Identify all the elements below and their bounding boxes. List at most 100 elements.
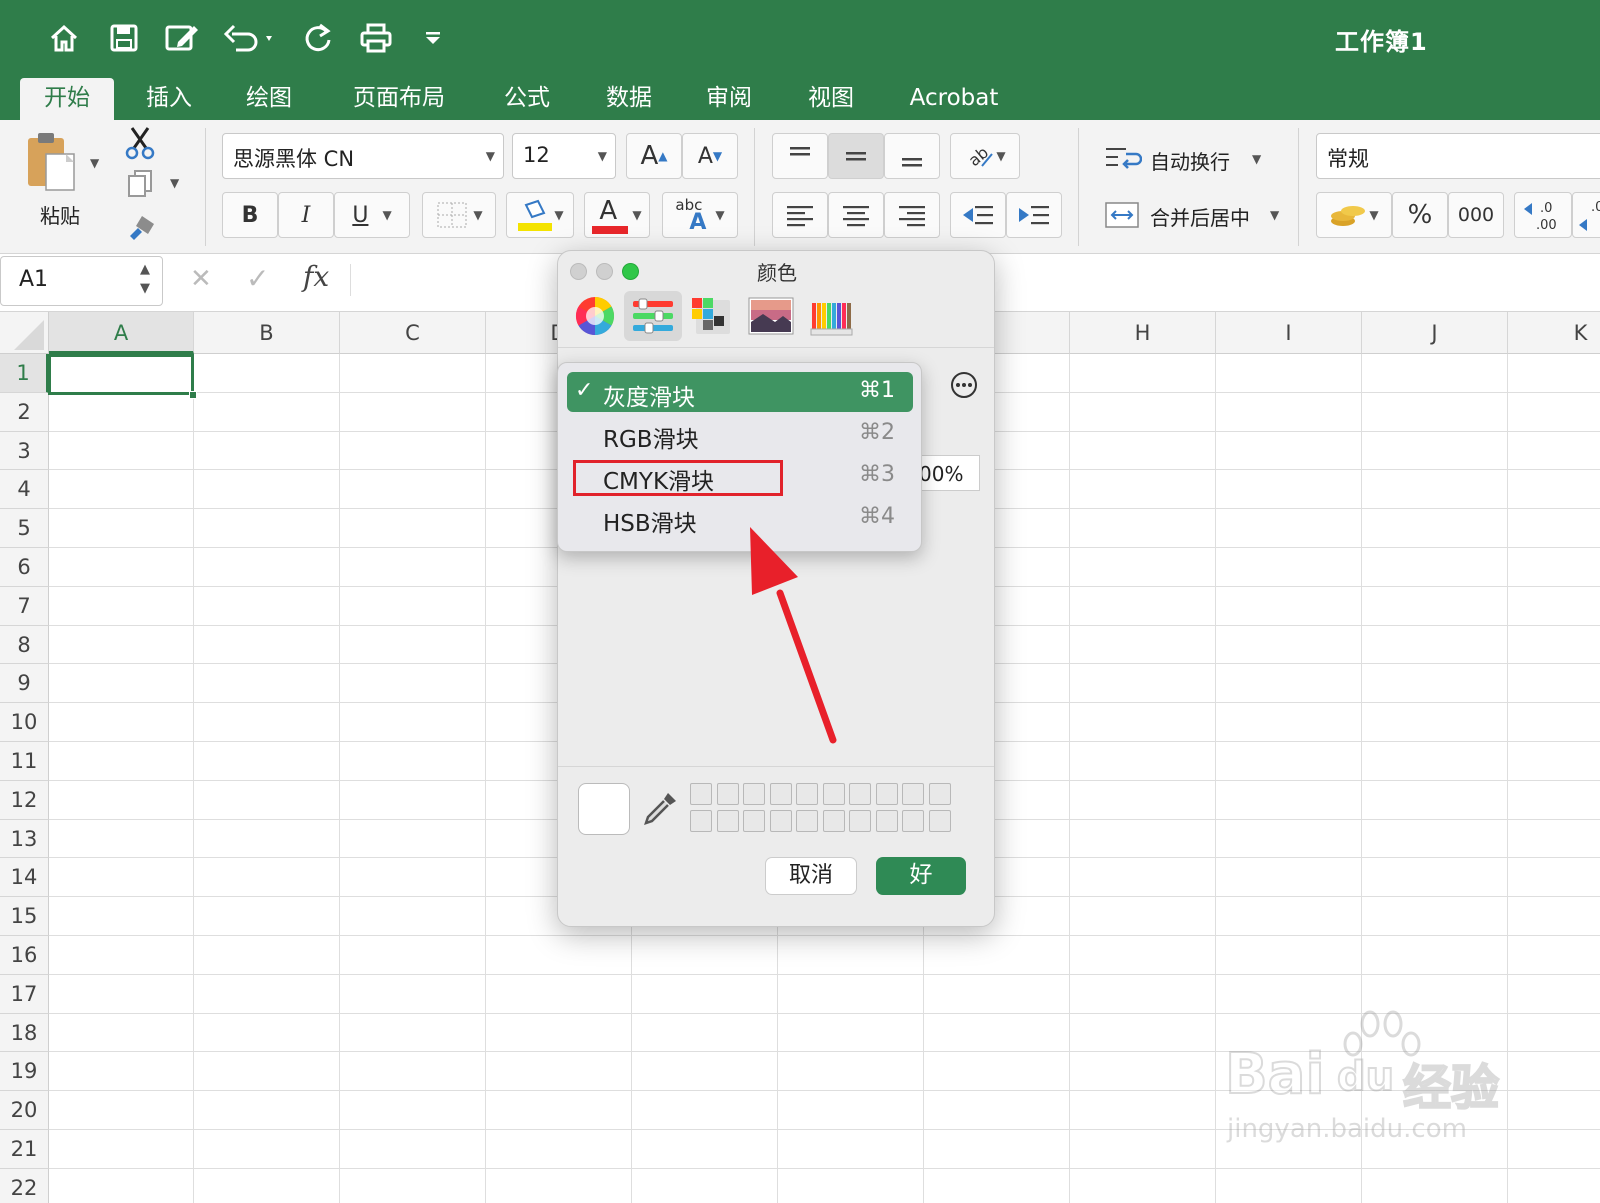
row-header[interactable]: 22 [0,1168,49,1203]
column-header[interactable]: C [340,312,486,354]
currency-button[interactable]: ▼ [1316,192,1392,238]
wrap-text-button[interactable]: 自动换行 ▼ [1104,142,1274,176]
empty-swatch[interactable] [849,810,871,832]
confirm-entry-icon[interactable]: ✓ [246,262,269,295]
fill-handle[interactable] [189,391,197,399]
underline-button[interactable]: U ▼ [334,192,410,238]
cancel-button[interactable]: 取消 [765,857,857,895]
increase-decimal-button[interactable]: .0.00 [1514,192,1572,238]
align-middle-button[interactable] [828,133,884,179]
selected-cell-a1[interactable] [48,354,194,395]
column-header[interactable]: A [49,312,194,354]
empty-swatch[interactable] [928,783,951,805]
more-options-icon[interactable] [950,371,978,403]
decrease-decimal-button[interactable]: .0 [1572,192,1600,238]
borders-button[interactable]: ▼ [422,192,496,238]
column-header[interactable]: J [1362,312,1508,354]
font-size-select[interactable]: 12 ▼ [512,133,616,179]
empty-swatch[interactable] [743,810,765,832]
row-header[interactable]: 6 [0,548,49,587]
column-header[interactable]: B [194,312,340,354]
row-header[interactable]: 21 [0,1130,49,1169]
empty-swatch[interactable] [822,783,845,805]
row-header[interactable]: 11 [0,742,49,781]
empty-swatch[interactable] [849,783,871,805]
font-name-select[interactable]: 思源黑体 CN ▼ [222,133,504,179]
row-header[interactable]: 5 [0,509,49,548]
tab-draw[interactable]: 绘图 [224,78,314,120]
sliders-icon[interactable] [624,291,682,341]
increase-indent-button[interactable] [1006,192,1062,238]
fill-color-button[interactable]: ▼ [506,192,574,238]
row-header[interactable]: 3 [0,431,49,471]
menu-item-grayscale[interactable]: ✓ 灰度滑块 ⌘1 [567,372,913,412]
tab-acrobat[interactable]: Acrobat [894,78,1014,120]
pencils-icon[interactable] [802,291,860,341]
column-header[interactable]: K [1508,312,1600,354]
tab-page-layout[interactable]: 页面布局 [334,78,464,120]
merge-center-button[interactable]: 合并后居中 ▼ [1104,198,1280,232]
row-header[interactable]: 1 [0,354,49,393]
percent-button[interactable]: % [1392,192,1448,238]
empty-swatch[interactable] [902,810,924,832]
insert-function-icon[interactable]: fx [303,260,329,293]
increase-font-button[interactable]: A ▲ [626,133,682,179]
row-header[interactable]: 8 [0,625,49,665]
align-top-button[interactable] [772,133,828,179]
ok-button[interactable]: 好 [876,857,966,895]
empty-swatch[interactable] [716,783,739,805]
align-center-button[interactable] [828,192,884,238]
paste-dropdown-icon[interactable]: ▼ [90,156,99,170]
cut-icon[interactable] [124,126,156,164]
phonetic-button[interactable]: abc A ▼ [662,192,738,238]
row-header[interactable]: 17 [0,974,49,1014]
empty-swatch[interactable] [769,783,792,805]
column-header[interactable]: I [1216,312,1362,354]
image-palettes-icon[interactable] [742,291,800,341]
align-right-button[interactable] [884,192,940,238]
empty-swatch[interactable] [928,810,951,832]
row-header[interactable]: 14 [0,858,49,898]
empty-swatch[interactable] [796,783,818,805]
bold-button[interactable]: B [222,192,278,238]
tab-formulas[interactable]: 公式 [482,78,572,120]
tab-home[interactable]: 开始 [20,78,114,120]
stepper-icon[interactable]: ▲ ▼ [140,260,150,298]
current-color-well[interactable] [578,783,630,835]
decrease-indent-button[interactable] [950,192,1006,238]
decrease-font-button[interactable]: A ▼ [682,133,738,179]
row-header[interactable]: 19 [0,1052,49,1092]
empty-swatch[interactable] [822,810,845,832]
empty-swatch[interactable] [690,810,712,832]
empty-swatch[interactable] [796,810,818,832]
paste-icon[interactable] [22,130,82,200]
home-icon[interactable] [44,18,84,58]
row-header[interactable]: 7 [0,586,49,626]
undo-icon[interactable] [220,18,280,58]
row-header[interactable]: 16 [0,936,49,975]
select-all-corner[interactable] [0,312,49,354]
number-format-select[interactable]: 常规 [1316,133,1600,179]
empty-swatch[interactable] [875,783,898,805]
tab-review[interactable]: 审阅 [684,78,774,120]
tab-data[interactable]: 数据 [584,78,674,120]
empty-swatch[interactable] [716,810,739,832]
tab-view[interactable]: 视图 [786,78,876,120]
menu-item-rgb[interactable]: RGB滑块 ⌘2 [567,414,913,454]
edit-icon[interactable] [160,18,204,58]
row-header[interactable]: 2 [0,392,49,432]
redo-icon[interactable] [298,18,338,58]
eyedropper-icon[interactable] [640,789,680,833]
orientation-button[interactable]: ab ▼ [950,133,1020,179]
row-header[interactable]: 13 [0,819,49,859]
row-header[interactable]: 15 [0,897,49,936]
empty-swatch[interactable] [743,783,765,805]
align-left-button[interactable] [772,192,828,238]
copy-icon[interactable] [126,168,156,202]
color-wheel-icon[interactable] [566,291,624,341]
row-header[interactable]: 18 [0,1013,49,1053]
print-icon[interactable] [356,18,396,58]
row-header[interactable]: 4 [0,470,49,510]
row-header[interactable]: 10 [0,703,49,742]
empty-swatch[interactable] [769,810,792,832]
